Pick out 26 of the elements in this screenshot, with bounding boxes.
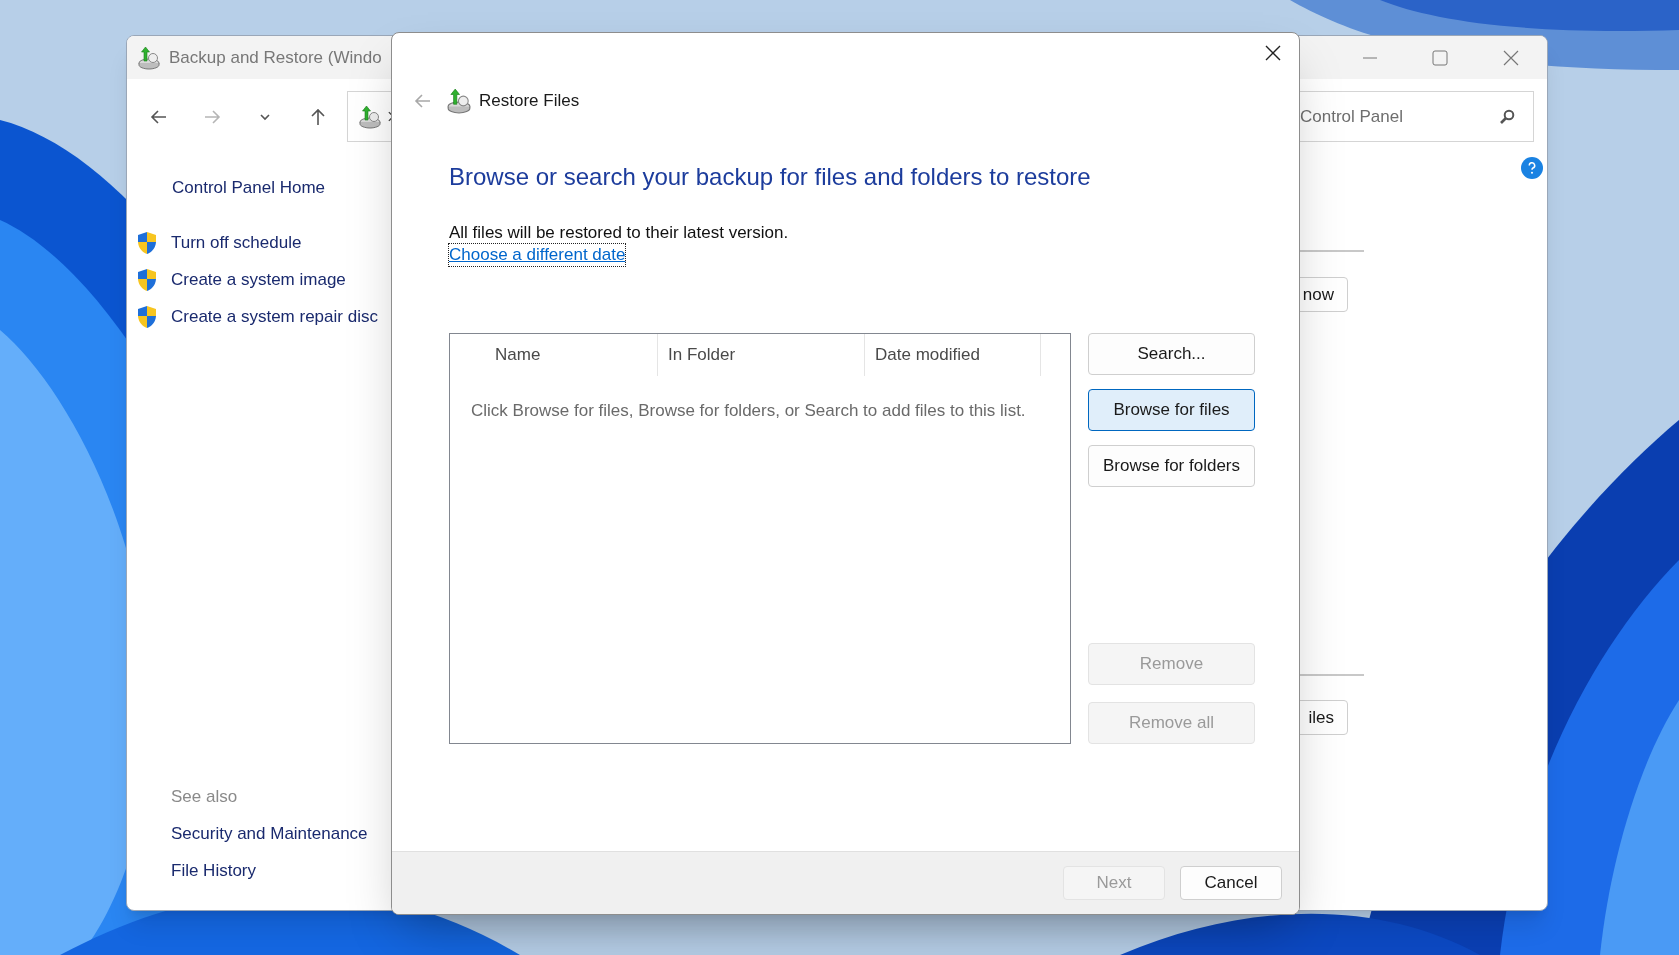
search-icon <box>1499 108 1515 125</box>
column-header[interactable]: Date modified <box>864 334 1041 376</box>
empty-list-message: Click Browse for files, Browse for folders, or Search to add files to this list. <box>470 400 1027 422</box>
dialog-heading: Browse or search your backup for files and folders to restore <box>449 162 1092 192</box>
shield-icon <box>136 305 158 329</box>
date-link[interactable]: Choose a different date <box>449 244 626 266</box>
column-header[interactable]: In Folder <box>657 334 864 376</box>
dialog-title: Restore Files <box>479 90 580 113</box>
sidebar-link[interactable]: Turn off schedule <box>171 230 302 256</box>
drive-arrows-icon <box>358 104 382 129</box>
footer-button[interactable]: Cancel <box>1180 866 1282 900</box>
shield-icon <box>136 268 158 292</box>
info-text: All files will be restored to their latest version. <box>449 222 790 244</box>
drive-arrows-icon <box>446 88 472 114</box>
dialog-button[interactable]: Browse for folders <box>1088 445 1255 487</box>
column-header[interactable]: Name <box>450 334 657 376</box>
section-heading: See also <box>171 786 239 808</box>
dialog-button[interactable]: Search... <box>1088 333 1255 375</box>
shield-icon <box>136 231 158 255</box>
drive-arrows-icon <box>137 45 161 70</box>
dialog-button[interactable]: Browse for files <box>1088 389 1255 431</box>
help-icon[interactable] <box>1521 157 1543 179</box>
file-list[interactable]: Name In Folder Date modified Click Browse for files, Browse for folders, or Search to add files to this list. <box>449 333 1071 744</box>
sidebar-link[interactable]: Create a system repair disc <box>171 304 378 330</box>
sidebar-link[interactable]: Create a system image <box>171 267 346 293</box>
window-title: Backup and Restore (Windo <box>169 46 382 69</box>
